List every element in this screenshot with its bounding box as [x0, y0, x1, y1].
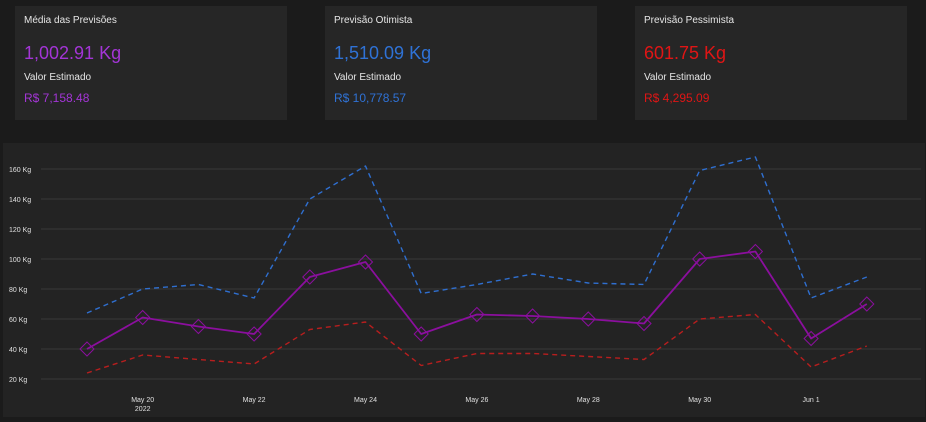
- card-subtitle: Valor Estimado: [24, 72, 92, 83]
- card-money-value: R$ 4,295.09: [644, 91, 710, 105]
- x-tick-label: May 22: [243, 397, 266, 404]
- y-tick-label: 80 Kg: [9, 287, 27, 294]
- x-tick-label: May 20: [131, 397, 154, 404]
- card-subtitle: Valor Estimado: [334, 72, 402, 83]
- y-tick-label: 160 Kg: [9, 167, 31, 174]
- series-line-2: [86, 313, 868, 374]
- card-average-forecast: Média das Previsões 1,002.91 Kg Valor Es…: [15, 6, 287, 120]
- forecast-line-chart: 20 Kg 40 Kg 60 Kg 80 Kg 100 Kg 120 Kg 140 Kg 16…: [9, 156, 921, 413]
- x-tick-label: May 24: [354, 397, 377, 404]
- forecast-chart-panel: 20 Kg 40 Kg 60 Kg 80 Kg 100 Kg 120 Kg 140 Kg 16…: [3, 143, 925, 417]
- x-tick-label: May 28: [577, 397, 600, 404]
- y-tick-label: 60 Kg: [9, 317, 27, 324]
- card-optimistic-forecast: Previsão Otimista 1,510.09 Kg Valor Esti…: [325, 6, 597, 120]
- card-weight-value: 1,510.09 Kg: [334, 43, 432, 63]
- y-tick-label: 20 Kg: [9, 377, 27, 384]
- card-weight-value: 601.75 Kg: [644, 43, 727, 63]
- x-tick-label: May 26: [465, 397, 488, 404]
- card-money-value: R$ 10,778.57: [334, 91, 407, 105]
- card-subtitle: Valor Estimado: [644, 72, 712, 83]
- card-weight-value: 1,002.91 Kg: [24, 43, 122, 63]
- y-tick-label: 140 Kg: [9, 197, 31, 204]
- series-line-0: [86, 156, 868, 314]
- summary-cards: Média das Previsões 1,002.91 Kg Valor Es…: [0, 0, 926, 130]
- x-tick-label: Jun 1: [803, 397, 820, 404]
- y-tick-label: 40 Kg: [9, 347, 27, 354]
- y-tick-label: 100 Kg: [9, 257, 31, 264]
- series-line-1: [86, 250, 868, 350]
- card-title: Média das Previsões: [24, 15, 117, 26]
- card-title: Previsão Otimista: [334, 15, 413, 26]
- card-title: Previsão Pessimista: [644, 15, 735, 26]
- card-pessimistic-forecast: Previsão Pessimista 601.75 Kg Valor Esti…: [635, 6, 907, 120]
- x-year-label: 2022: [135, 406, 151, 413]
- x-tick-label: May 30: [688, 397, 711, 404]
- card-money-value: R$ 7,158.48: [24, 91, 90, 105]
- y-tick-label: 120 Kg: [9, 227, 31, 234]
